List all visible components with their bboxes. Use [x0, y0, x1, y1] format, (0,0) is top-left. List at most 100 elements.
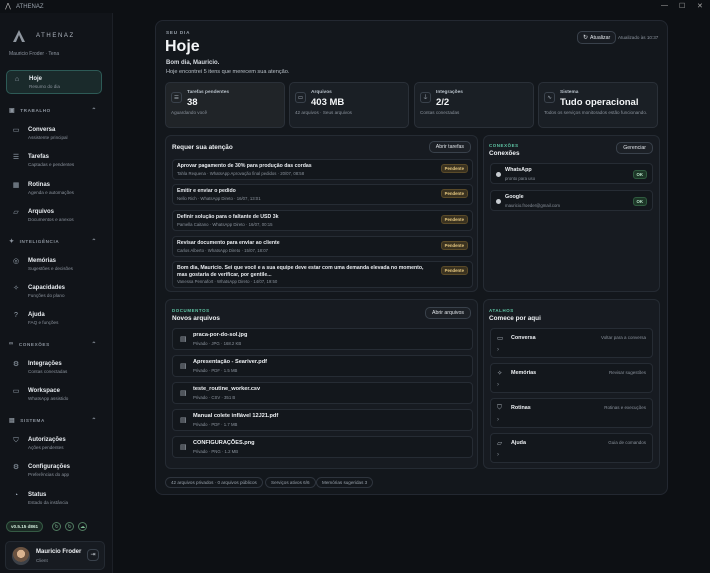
settings-icon: ⚙	[12, 464, 20, 471]
window-titlebar: ⋀ ATHENAZ — ☐ ✕	[0, 0, 710, 13]
chevron-up-icon[interactable]: ⌃	[91, 417, 97, 424]
stat-tarefas[interactable]: ☰ Tarefas pendentes 38 Aguardando você	[165, 82, 285, 128]
attention-item-sub: Nello Rich · WhatsApp Direto · 16/07, 13…	[177, 196, 261, 201]
sidebar-item-rotinas[interactable]: ▦ Rotinas Agenda e automações	[6, 177, 102, 201]
section-label: TRABALHO	[20, 108, 51, 113]
chevron-up-icon[interactable]: ⌃	[91, 107, 97, 114]
maximize-icon[interactable]: ☐	[679, 2, 685, 10]
shortcut-title: Memórias	[511, 370, 537, 376]
version-row: v0.5.15 d861 ↻ ↻ ☁	[6, 521, 88, 532]
section-trabalho[interactable]: ▣ TRABALHO ⌃	[9, 107, 97, 114]
shortcut-title: Ajuda	[511, 440, 526, 446]
stat-integracoes[interactable]: ⏚ Integrações 2/2 Contas conectadas	[414, 82, 534, 128]
sidebar-item-integracoes[interactable]: ⚙ Integrações Contas conectadas	[6, 356, 102, 380]
open-files-button[interactable]: Abrir arquivos	[424, 307, 471, 319]
chevron-up-icon[interactable]: ⌃	[91, 341, 97, 348]
refresh-label: Atualizar	[590, 34, 611, 41]
attention-title: Requer sua atenção	[172, 144, 233, 151]
brand: ATHENAZ	[12, 29, 75, 43]
file-icon: ▤	[180, 444, 187, 451]
plug-icon: ⏚	[420, 92, 431, 103]
refresh-button[interactable]: ↻ Atualizar	[577, 31, 617, 44]
sidebar-item-workspace[interactable]: ▭ Workspace WhatsApp assistido	[6, 383, 102, 407]
attention-item[interactable]: Revisar documento para enviar ao cliente…	[172, 236, 473, 257]
stat-sistema[interactable]: ∿ Sistema Tudo operacional Todos os serv…	[538, 82, 658, 128]
shortcut-desc: Guia de comandos	[608, 440, 646, 445]
file-icon: ▤	[180, 390, 187, 397]
sidebar-item-sub: Agenda e automações	[28, 190, 74, 195]
stat-arquivos[interactable]: ▭ Arquivos 403 MB 42 arquivos · Seus arq…	[289, 82, 409, 128]
file-item[interactable]: ▤ Manual colete inflável 12J21.pdf Priva…	[172, 409, 473, 431]
sidebar-item-arquivos[interactable]: ▱ Arquivos Documentos e anexos	[6, 204, 102, 228]
file-item[interactable]: ▤ teste_routine_worker.csv Privado · CSV…	[172, 382, 473, 404]
sidebar-item-conversa[interactable]: ▭ Conversa Assistente principal	[6, 122, 102, 146]
file-meta: Privado · JPG · 168.2 KB	[193, 341, 242, 346]
file-icon: ▤	[180, 336, 187, 343]
update-icon[interactable]: ↻	[65, 522, 75, 531]
connections-card: CONEXÕES Conexões Gerenciar WhatsApp pro…	[483, 135, 660, 292]
sync-icon[interactable]: ↻	[52, 522, 62, 531]
sidebar-item-hoje[interactable]: ⌂ Hoje Resumo do dia	[6, 70, 102, 94]
shortcut-desc: Voltar para a conversa	[600, 335, 646, 340]
sidebar-item-tarefas[interactable]: ☰ Tarefas Captadas e pendentes	[6, 149, 102, 173]
logout-icon[interactable]: ⇥	[87, 549, 99, 561]
brand-user-subtitle: Mauricio Froder · Tena	[9, 51, 60, 57]
sidebar-item-sub: FAQ e funções	[28, 320, 59, 325]
attention-item[interactable]: Bom dia, Mauricio. Sei que você e a sua …	[172, 261, 473, 288]
attention-item[interactable]: Definir solução para o faltante de USD 3…	[172, 210, 473, 231]
pending-badge: Pendente	[440, 215, 468, 224]
connection-item-google[interactable]: Google mauricio.froeder@gmail.com OK	[490, 190, 653, 211]
shield-icon: ⛉	[13, 437, 19, 444]
shortcut-rotinas[interactable]: ⛉ Rotinas Rotinas e execuções ›	[490, 398, 653, 428]
attention-item[interactable]: Aprovar pagamento de 30% para produção d…	[172, 159, 473, 180]
greeting-subtitle: Hoje encontrei 5 itens que merecem sua a…	[166, 69, 290, 75]
file-item[interactable]: ▤ CONFIGURAÇÕES.png Privado · PNG · 1.2 …	[172, 436, 473, 458]
sidebar-item-autorizacoes[interactable]: ⛉ Autorizações Ações pendentes	[6, 432, 102, 456]
section-inteligencia[interactable]: ✦ INTELIGÊNCIA ⌃	[9, 238, 97, 245]
sidebar-item-label: Capacidades	[28, 285, 66, 291]
sidebar-item-label: Status	[28, 492, 47, 498]
shortcut-memorias[interactable]: ✧ Memórias Revisar sugestões ›	[490, 363, 653, 393]
folder-icon: ▱	[13, 209, 19, 216]
attention-item[interactable]: Emitir e enviar o pedido Nello Rich · Wh…	[172, 184, 473, 205]
attention-item-title: Emitir e enviar o pedido	[177, 188, 236, 194]
sidebar-item-configuracoes[interactable]: ⚙ Configurações Preferências do app	[6, 459, 102, 483]
file-item[interactable]: ▤ praca-por-do-sol.jpg Privado · JPG · 1…	[172, 328, 473, 350]
sidebar-item-ajuda[interactable]: ? Ajuda FAQ e funções	[6, 307, 102, 331]
chevron-up-icon[interactable]: ⌃	[91, 238, 97, 245]
chat-icon: ▭	[12, 127, 20, 134]
drive-icon: ▭	[295, 92, 306, 103]
shortcut-ajuda[interactable]: ▱ Ajuda Guia de comandos ›	[490, 433, 653, 463]
user-card[interactable]: Mauricio Froder Client ⇥	[5, 541, 105, 570]
minimize-icon[interactable]: —	[661, 2, 668, 9]
shortcut-desc: Revisar sugestões	[608, 370, 646, 375]
section-sistema[interactable]: ▤ SISTEMA ⌃	[9, 417, 97, 424]
close-icon[interactable]: ✕	[697, 2, 703, 10]
sidebar-item-sub: Funções do plano	[28, 293, 65, 298]
open-tasks-button[interactable]: Abrir tarefas	[428, 141, 471, 153]
section-label: CONEXÕES	[18, 341, 50, 347]
connection-name: Google	[505, 194, 524, 200]
sidebar-item-capacidades[interactable]: ✧ Capacidades Funções do plano	[6, 280, 102, 304]
footer-pill-services: Serviços ativos 6/6	[265, 477, 316, 488]
cloud-icon[interactable]: ☁	[78, 522, 88, 531]
page-title: Hoje	[165, 38, 200, 55]
manage-button[interactable]: Gerenciar	[616, 142, 653, 154]
puzzle-icon: ✧	[13, 285, 19, 292]
chevron-right-icon: ›	[497, 382, 499, 388]
memory-icon: ✧	[497, 370, 503, 377]
sidebar-item-memorias[interactable]: ◎ Memórias Sugestões e decisões	[6, 253, 102, 277]
stat-value: 403 MB	[311, 97, 345, 108]
sidebar-item-label: Hoje	[29, 76, 43, 82]
shortcuts-title: Comece por aqui	[489, 315, 541, 322]
file-item[interactable]: ▤ Apresentação - Seariver.pdf Privado · …	[172, 355, 473, 377]
pending-badge: Pendente	[440, 189, 468, 198]
sidebar-item-status[interactable]: ◔ Status Estado da instância	[6, 487, 102, 511]
shortcut-conversa[interactable]: ▭ Conversa Voltar para a conversa ›	[490, 328, 653, 358]
sidebar-item-label: Conversa	[28, 127, 56, 133]
section-conexoes[interactable]: ∞ CONEXÕES ⌃	[9, 341, 97, 348]
sidebar-item-label: Ajuda	[28, 312, 45, 318]
avatar	[12, 547, 30, 565]
connection-item-whatsapp[interactable]: WhatsApp pronto para uso OK	[490, 163, 653, 184]
file-meta: Privado · PNG · 1.2 MB	[193, 449, 239, 454]
